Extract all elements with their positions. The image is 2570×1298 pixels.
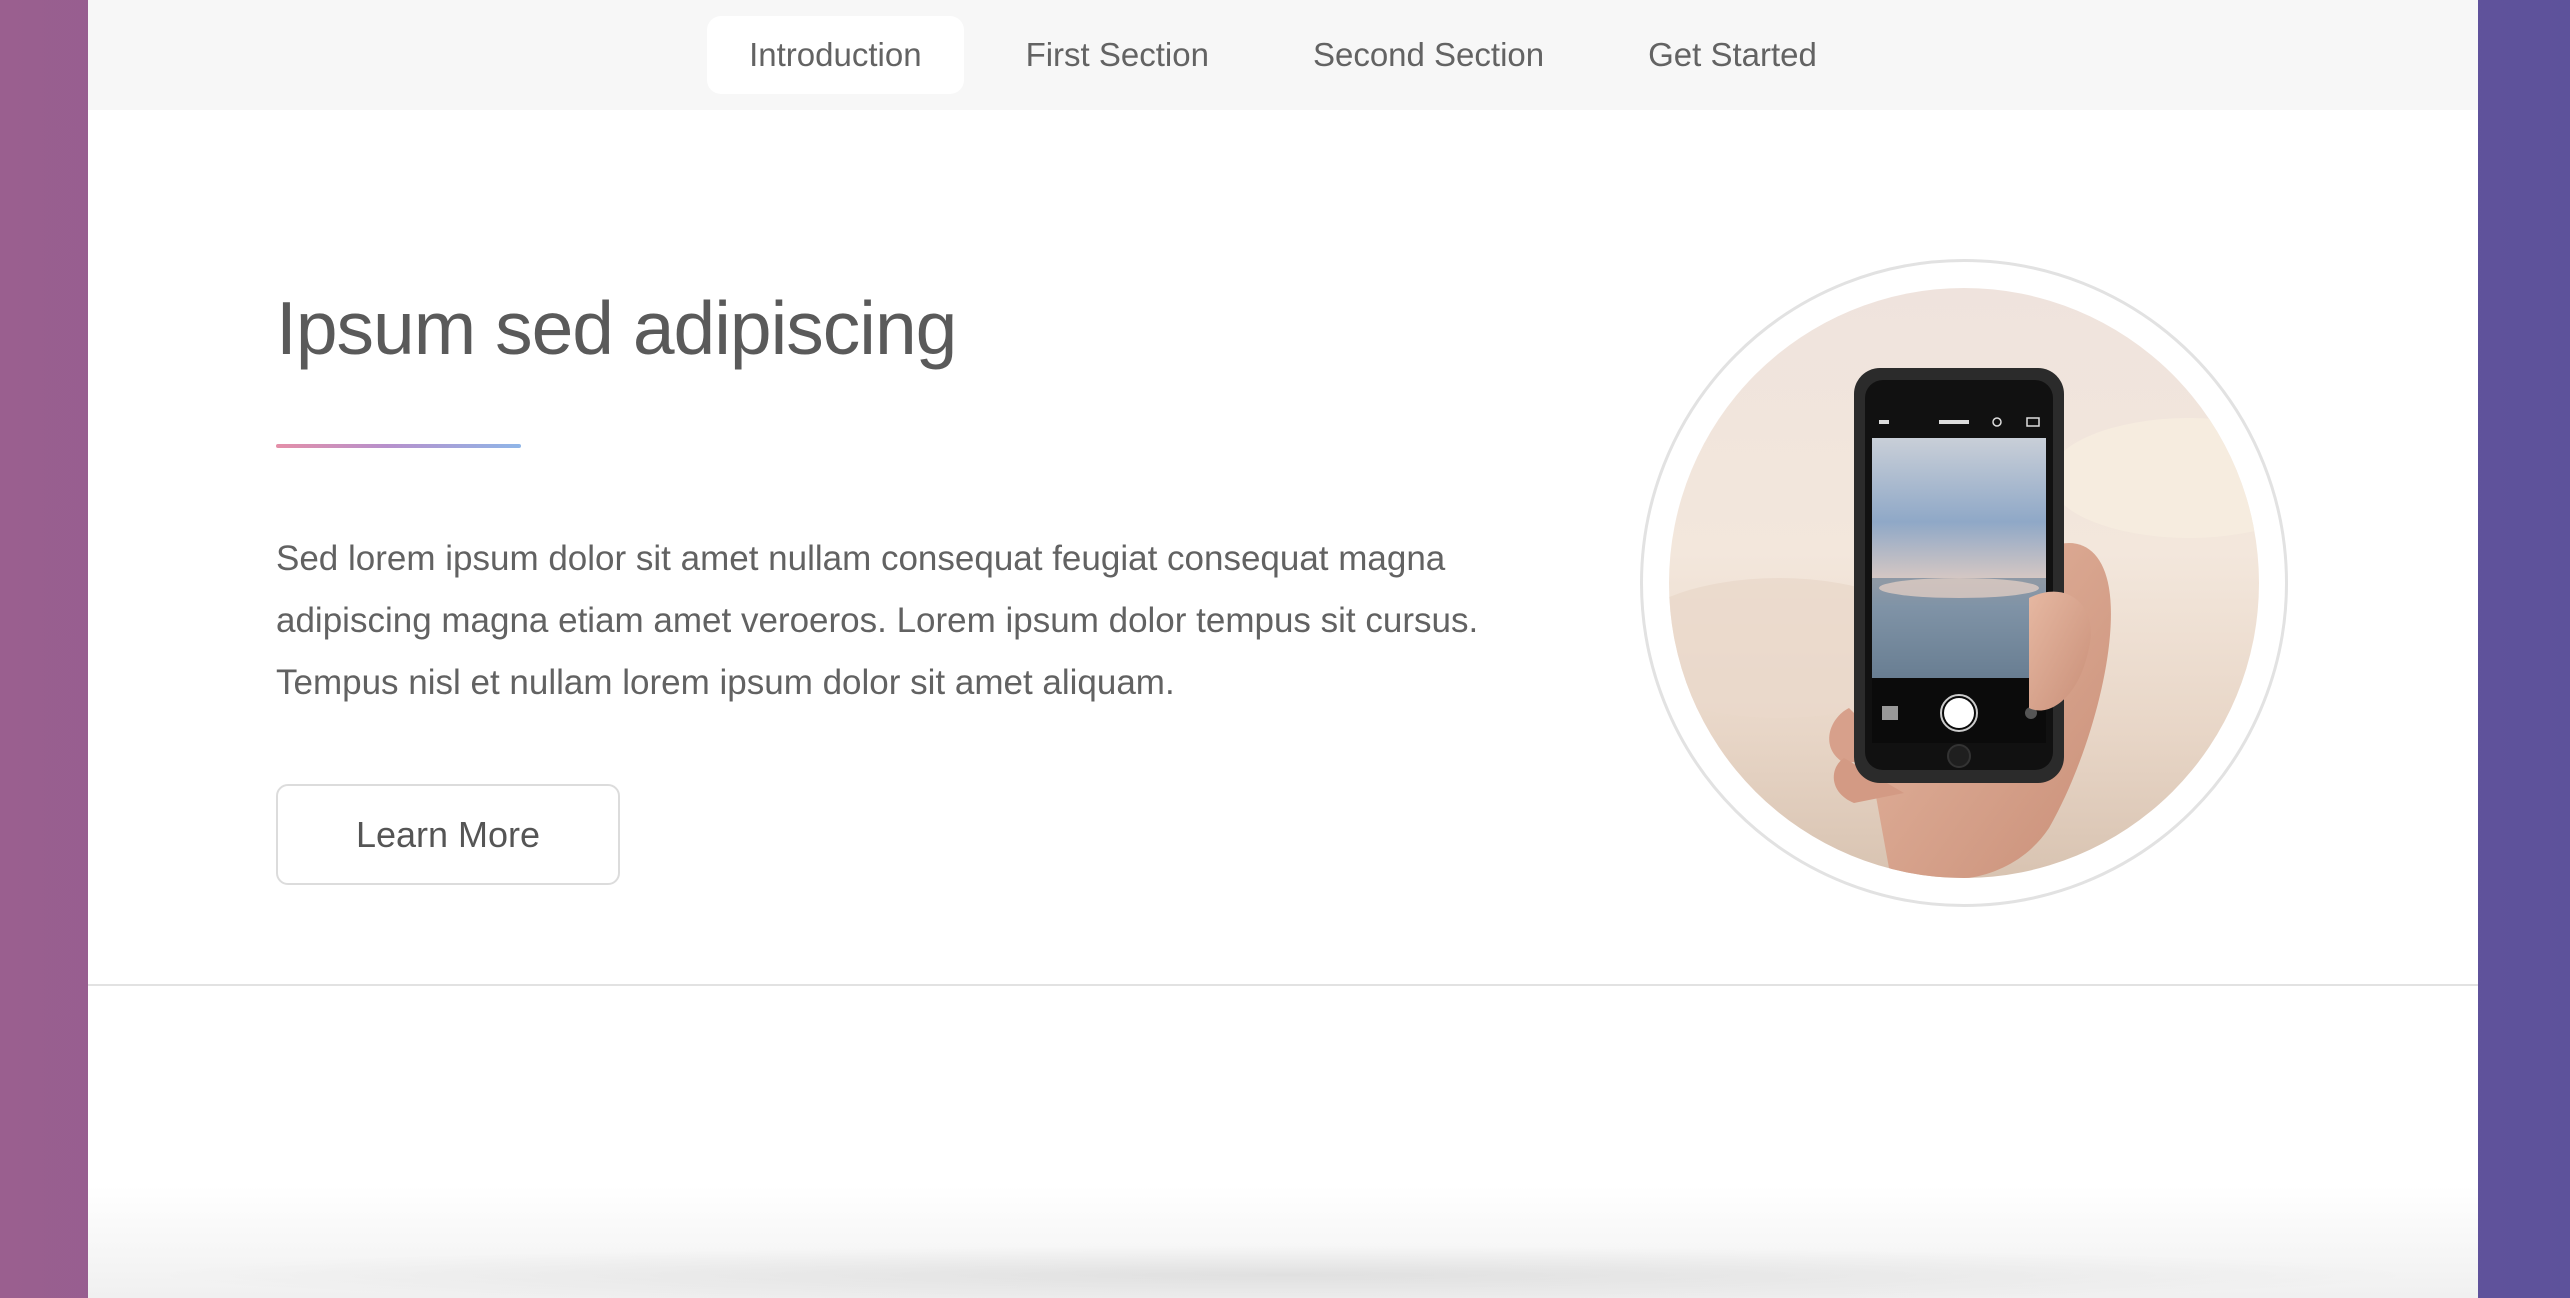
title-underline [276, 444, 521, 448]
nav-item-first-section[interactable]: First Section [984, 16, 1251, 94]
intro-section: Ipsum sed adipiscing Sed lorem ipsum dol… [88, 110, 2478, 1095]
nav-item-get-started[interactable]: Get Started [1606, 16, 1859, 94]
phone-photo-image [1669, 288, 2259, 878]
intro-body-text: Sed lorem ipsum dolor sit amet nullam co… [276, 539, 1479, 702]
section-divider [88, 984, 2478, 986]
top-nav: Introduction First Section Second Sectio… [88, 0, 2478, 110]
page-frame: Introduction First Section Second Sectio… [88, 0, 2478, 1298]
photo-phone-beach-icon [1669, 288, 2259, 878]
nav-item-introduction[interactable]: Introduction [707, 16, 964, 94]
nav-items: Introduction First Section Second Sectio… [88, 0, 2478, 110]
intro-image-frame [1640, 259, 2288, 907]
intro-title: Ipsum sed adipiscing [276, 286, 957, 370]
next-section-shadow [128, 1245, 2438, 1298]
nav-item-second-section[interactable]: Second Section [1271, 16, 1586, 94]
learn-more-button[interactable]: Learn More [276, 784, 620, 885]
